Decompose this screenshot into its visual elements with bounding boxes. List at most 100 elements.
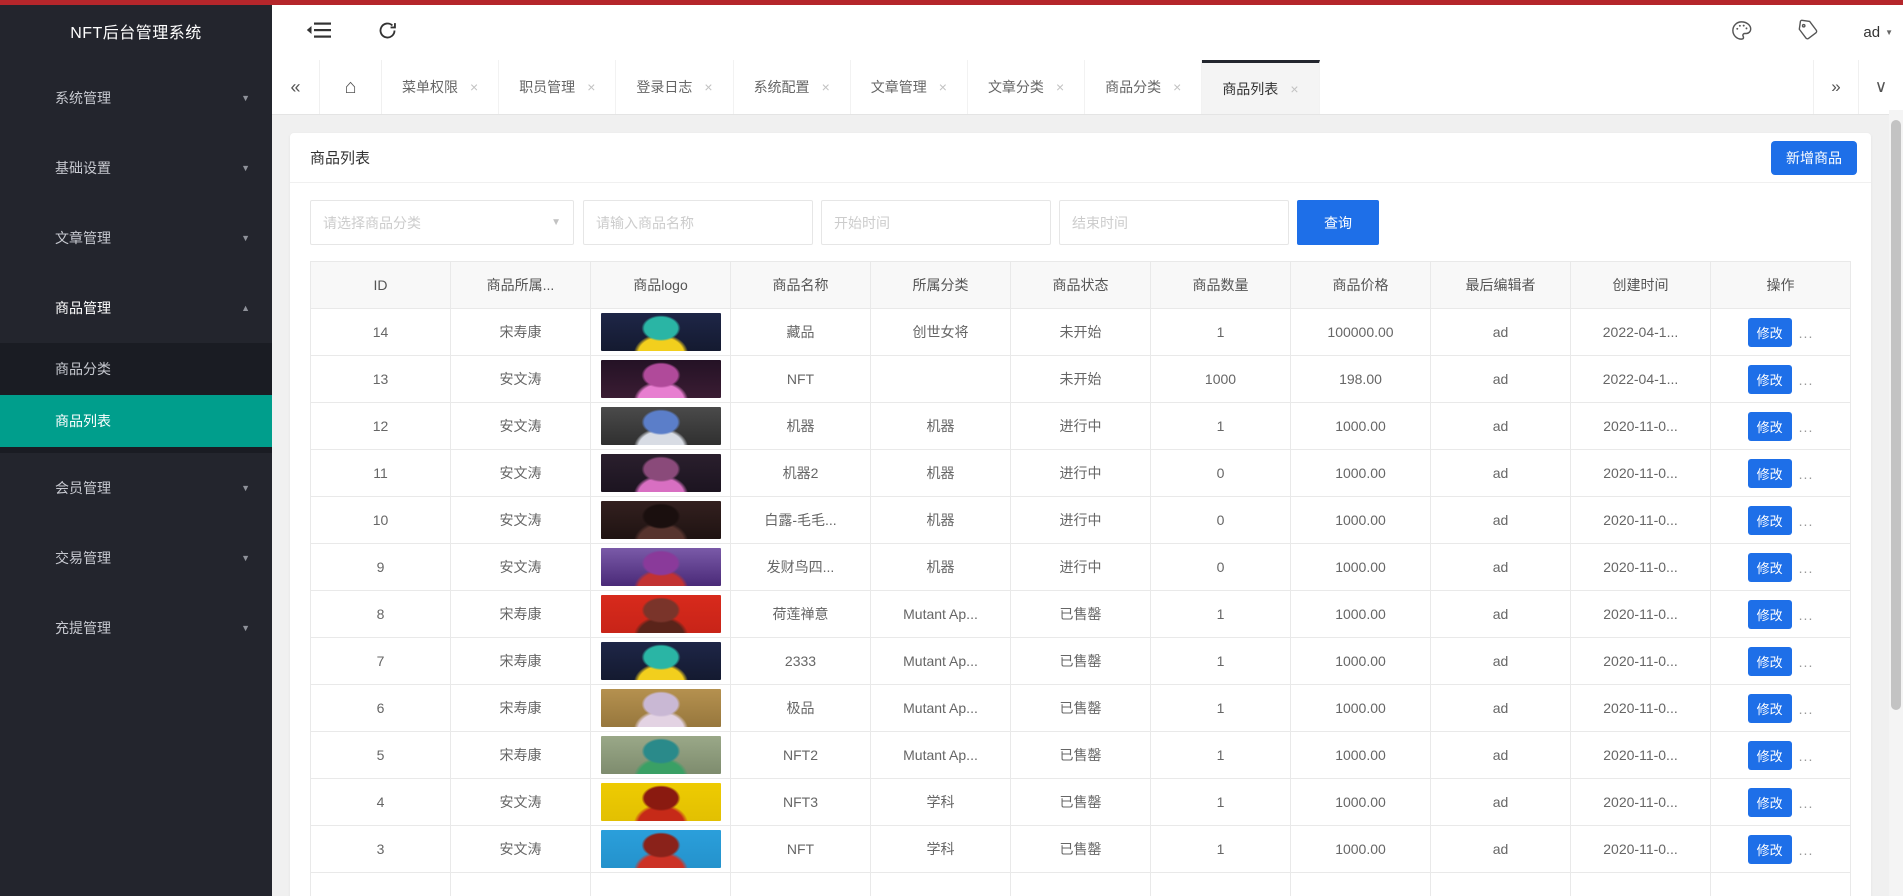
search-button[interactable]: 查询 [1297, 200, 1379, 245]
product-logo-image[interactable] [600, 642, 721, 680]
product-logo-image[interactable] [600, 689, 721, 727]
more-actions-button[interactable]: ... [1799, 701, 1814, 717]
sidebar-menu-item[interactable]: 系统管理 ▼ [0, 63, 272, 133]
product-logo-image[interactable] [600, 783, 721, 821]
product-logo-image[interactable] [600, 454, 721, 492]
sidebar-menu-item[interactable]: 交易管理 ▼ [0, 523, 272, 593]
tabs-menu-button[interactable]: ∨ [1858, 60, 1903, 114]
more-actions-button[interactable]: ... [1799, 372, 1814, 388]
more-actions-button[interactable]: ... [1799, 607, 1814, 623]
product-logo-image[interactable] [600, 595, 721, 633]
close-icon[interactable]: × [1290, 81, 1298, 97]
tab[interactable]: 文章管理 × [851, 60, 968, 114]
end-time-input[interactable] [1059, 200, 1289, 245]
scrollbar-thumb[interactable] [1891, 120, 1901, 710]
start-time-input[interactable] [821, 200, 1051, 245]
more-actions-button[interactable]: ... [1799, 325, 1814, 341]
add-product-button[interactable]: 新增商品 [1771, 140, 1857, 175]
more-actions-button[interactable]: ... [1799, 795, 1814, 811]
tag-icon[interactable] [1797, 19, 1819, 46]
sidebar-menu-item[interactable]: 充提管理 ▼ [0, 593, 272, 663]
sidebar-submenu-item[interactable]: 商品列表 [0, 395, 272, 447]
product-logo-image[interactable] [600, 360, 721, 398]
product-logo-image[interactable] [600, 501, 721, 539]
cell-owner: 安文涛 [450, 778, 591, 826]
edit-button[interactable]: 修改 [1747, 364, 1792, 394]
cell-created: 2020-11-0... [1570, 731, 1711, 779]
sidebar-menu-item[interactable]: 商品管理 ▲ [0, 273, 272, 343]
sidebar-collapse-button[interactable] [294, 5, 344, 60]
edit-button[interactable]: 修改 [1747, 740, 1792, 770]
cell-created: 2020-11-0... [1570, 496, 1711, 544]
edit-button[interactable]: 修改 [1747, 317, 1792, 347]
tabs-scroll-right-button[interactable]: » [1813, 60, 1858, 114]
product-logo-image[interactable] [600, 407, 721, 445]
product-logo-image[interactable] [600, 313, 721, 351]
cell-price: 1000.00 [1290, 825, 1431, 873]
tab[interactable]: 登录日志 × [616, 60, 734, 114]
more-actions-button[interactable]: ... [1799, 560, 1814, 576]
cell-logo [590, 308, 731, 356]
sidebar-menu-item[interactable]: 会员管理 ▼ [0, 453, 272, 523]
cell-name: 发财鸟四... [730, 543, 871, 591]
more-actions-button[interactable]: ... [1799, 748, 1814, 764]
product-logo-image[interactable] [600, 736, 721, 774]
cell-created: 2020-11-0... [1570, 543, 1711, 591]
sidebar-submenu-item[interactable]: 商品分类 [0, 343, 272, 395]
cell-category: 机器 [870, 449, 1011, 497]
home-tab[interactable]: ⌂ [320, 60, 382, 114]
category-select[interactable]: 请选择商品分类 ▼ [310, 200, 574, 245]
close-icon[interactable]: × [939, 79, 947, 95]
tab[interactable]: 文章分类 × [968, 60, 1086, 114]
more-actions-button[interactable]: ... [1799, 513, 1814, 529]
tabs-scroll-left-button[interactable]: « [272, 60, 320, 114]
category-select-placeholder: 请选择商品分类 [323, 214, 421, 231]
edit-button[interactable]: 修改 [1747, 693, 1792, 723]
tab[interactable]: 系统配置 × [734, 60, 851, 114]
product-name-input[interactable] [583, 200, 813, 245]
product-logo-image[interactable] [600, 830, 721, 868]
cell-quantity: 1 [1150, 590, 1291, 638]
cell-actions: 修改... [1710, 731, 1851, 779]
vertical-scrollbar [1889, 110, 1903, 896]
topbar: ad ▼ [272, 5, 1903, 60]
close-icon[interactable]: × [1173, 79, 1181, 95]
edit-button[interactable]: 修改 [1747, 411, 1792, 441]
cell-status: 未开始 [1010, 308, 1151, 356]
cell-quantity: 1 [1150, 825, 1291, 873]
tab[interactable]: 商品列表 × [1202, 60, 1320, 114]
more-actions-button[interactable]: ... [1799, 466, 1814, 482]
cell-price: 1000.00 [1290, 590, 1431, 638]
cell-actions: 修改... [1710, 355, 1851, 403]
tab[interactable]: 职员管理 × [499, 60, 617, 114]
more-actions-button[interactable]: ... [1799, 419, 1814, 435]
sidebar-item-label: 充提管理 [55, 620, 111, 636]
close-icon[interactable]: × [587, 79, 595, 95]
close-icon[interactable]: × [704, 79, 712, 95]
sidebar-menu-item[interactable]: 文章管理 ▼ [0, 203, 272, 273]
more-actions-button[interactable]: ... [1799, 842, 1814, 858]
theme-palette-icon[interactable] [1730, 19, 1753, 47]
tab[interactable]: 菜单权限 × [382, 60, 500, 114]
close-icon[interactable]: × [1056, 79, 1064, 95]
edit-button[interactable]: 修改 [1747, 599, 1792, 629]
close-icon[interactable]: × [822, 79, 830, 95]
cell-created: 2020-11-0... [1570, 825, 1711, 873]
tab[interactable]: 商品分类 × [1085, 60, 1203, 114]
edit-button[interactable]: 修改 [1747, 787, 1792, 817]
close-icon[interactable]: × [470, 79, 478, 95]
cell-editor: ad [1430, 449, 1571, 497]
edit-button[interactable]: 修改 [1747, 834, 1792, 864]
edit-button[interactable]: 修改 [1747, 458, 1792, 488]
cell-actions: 修改... [1710, 308, 1851, 356]
user-menu[interactable]: ad ▼ [1863, 24, 1893, 41]
cell-created: 2020-11-0... [1570, 778, 1711, 826]
more-actions-button[interactable]: ... [1799, 654, 1814, 670]
refresh-button[interactable] [367, 5, 407, 60]
edit-button[interactable]: 修改 [1747, 646, 1792, 676]
edit-button[interactable]: 修改 [1747, 552, 1792, 582]
product-logo-image[interactable] [600, 548, 721, 586]
sidebar-menu-item[interactable]: 基础设置 ▼ [0, 133, 272, 203]
edit-button[interactable]: 修改 [1747, 505, 1792, 535]
tab-label: 文章管理 [870, 79, 927, 95]
